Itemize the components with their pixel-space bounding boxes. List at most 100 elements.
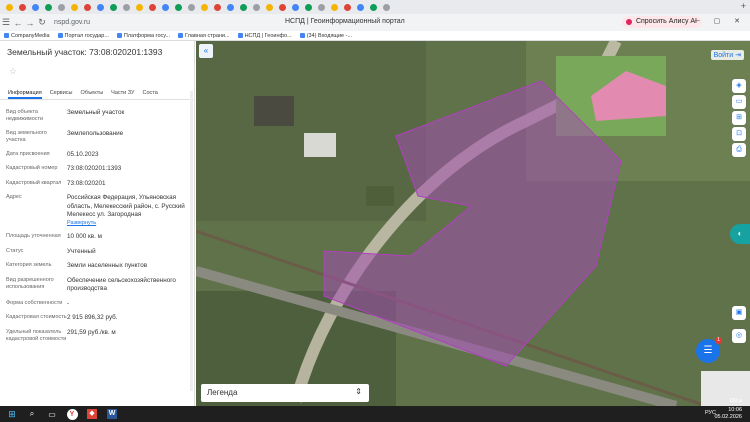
new-tab-icon[interactable]: + (741, 1, 746, 11)
attribute-row: Удельный показатель кадастровой стоимост… (6, 329, 192, 344)
bookmark-item[interactable]: Главная страни... (178, 33, 230, 39)
attribute-row: Кадастровая стоимость 2 915 896,32 руб. (6, 314, 192, 323)
attribute-value: 2 915 896,32 руб. (67, 314, 118, 322)
layers-icon[interactable]: ◈ (732, 79, 746, 93)
clock-time: 10:06 (728, 407, 742, 413)
legend-dropdown[interactable]: Легенда ⇕ (201, 384, 369, 402)
bookmark-item[interactable]: НСПД | Геоинфо... (237, 33, 292, 39)
login-button[interactable]: Войти ⇥ (710, 50, 744, 60)
attribute-row: Вид объекта недвижимости Земельный участо… (6, 109, 192, 124)
bookmark-item[interactable]: (34) Входящие -... (299, 33, 352, 39)
tab-favicon[interactable] (305, 3, 312, 11)
bookmarks-bar: CompanyMedia Портал государ... Платформа… (0, 31, 750, 41)
expand-link[interactable]: Развернуть (67, 220, 192, 227)
bookmark-item[interactable]: Платформа госу... (116, 33, 170, 39)
attribute-value: Российская Федерация, Ульяновская област… (67, 194, 192, 227)
tab-favicon[interactable] (318, 3, 325, 11)
app-icon[interactable]: ◆ (84, 408, 100, 420)
tab-favicon[interactable] (149, 3, 156, 11)
task-view-icon[interactable]: ▭ (44, 408, 60, 420)
yandex-browser-icon[interactable]: Y (64, 408, 80, 420)
tab-favicon[interactable] (227, 3, 234, 11)
back-icon[interactable]: ← (12, 18, 24, 28)
tab-favicon[interactable] (201, 3, 208, 11)
attribute-value: Учтенный (67, 247, 96, 255)
tab-favicon[interactable] (370, 3, 377, 11)
tab-services[interactable]: Сервисы (50, 87, 73, 99)
tab-favicon[interactable] (357, 3, 364, 11)
tab-objects[interactable]: Объекты (80, 87, 103, 99)
bookmark-item[interactable]: Портал государ... (57, 33, 109, 39)
attribute-row: Категория земель Земли населенных пунктов (6, 262, 192, 271)
tab-favicon[interactable] (19, 3, 26, 11)
window-controls[interactable]: ─ ▢ ✕ (695, 17, 746, 25)
location-icon[interactable]: ◎ (732, 329, 746, 343)
bookmark-icon (237, 33, 243, 38)
tab-favicon[interactable] (110, 3, 117, 11)
attribute-label: Вид земельного участка (6, 129, 47, 144)
attribute-row: Вид разрешенного использования Обеспечени… (6, 277, 192, 294)
accessibility-icon[interactable]: ◐ (730, 224, 750, 244)
tab-favicon[interactable] (253, 3, 260, 11)
tab-favicon[interactable] (58, 3, 65, 11)
print-icon[interactable]: ⎙ (732, 143, 746, 157)
yandex-logo-icon: Y (66, 408, 78, 420)
attribute-label: Вид разрешенного использования (6, 276, 54, 291)
bookmark-icon (116, 33, 122, 38)
tab-favicon[interactable] (84, 3, 91, 11)
panel-title: Земельный участок: 73:08:020201:1393 (7, 47, 163, 57)
attribute-label: Удельный показатель кадастровой стоимост… (6, 328, 67, 343)
address-text: Российская Федерация, Ульяновская област… (67, 194, 185, 219)
collapse-panel-button[interactable]: « (199, 44, 213, 58)
panel-scrollbar[interactable] (190, 91, 193, 391)
tab-info[interactable]: Информация (8, 87, 42, 99)
clock[interactable]: 10:06 05.02.2026 (714, 407, 742, 421)
basemap-icon[interactable]: ▭ (732, 95, 746, 109)
tab-favicon[interactable] (266, 3, 273, 11)
attribute-label: Кадастровый номер (6, 165, 58, 172)
tab-favicon[interactable] (71, 3, 78, 11)
attribute-value: 10 000 кв. м (67, 233, 102, 241)
window-title: НСПД | Геоинформационный портал (285, 18, 405, 25)
panel-tabs: Информация Сервисы Объекты Части ЗУ Сост… (0, 87, 195, 100)
star-icon[interactable]: ☆ (9, 66, 17, 77)
search-area-icon[interactable]: ⊡ (732, 127, 746, 141)
app-logo-icon: ◆ (87, 409, 97, 419)
forward-icon[interactable]: → (24, 18, 36, 28)
tab-composition[interactable]: Соста (143, 87, 158, 99)
satellite-map[interactable]: « Войти ⇥ ◈ ▭ ⊞ ⊡ ⎙ ◐ ▣ ◎ ☰ 1 Легенда ⇕ … (196, 41, 750, 406)
tab-favicon[interactable] (136, 3, 143, 11)
ask-alice-button[interactable]: Спросить Алису AI (621, 16, 702, 28)
legend-label: Легенда (207, 388, 238, 397)
parcel-info-panel: Земельный участок: 73:08:020201:1393 ☆ И… (0, 41, 195, 406)
attribute-label: Форма собственности (6, 299, 63, 306)
menu-icon[interactable]: ☰ (0, 17, 12, 28)
bookmark-item[interactable]: CompanyMedia (4, 33, 50, 39)
attribute-value: 05.10.2023 (67, 150, 99, 158)
tab-favicon[interactable] (32, 3, 39, 11)
attribute-value: Обеспечение сельскохозяйственного произв… (67, 276, 176, 293)
tab-favicon[interactable] (279, 3, 286, 11)
windows-start-icon[interactable]: ⊞ (4, 408, 20, 420)
reload-icon[interactable]: ↻ (36, 17, 48, 28)
tab-favicon[interactable] (162, 3, 169, 11)
tab-favicon[interactable] (6, 3, 13, 11)
tab-favicon[interactable] (188, 3, 195, 11)
search-icon[interactable]: ⌕ (24, 408, 40, 420)
tab-favicon[interactable] (214, 3, 221, 11)
tab-favicon[interactable] (175, 3, 182, 11)
tab-favicon[interactable] (292, 3, 299, 11)
map-tool-icon[interactable]: ▣ (732, 306, 746, 320)
tab-favicon[interactable] (344, 3, 351, 11)
word-icon[interactable]: W (104, 408, 120, 420)
tab-parts[interactable]: Части ЗУ (111, 87, 134, 99)
tab-favicon[interactable] (331, 3, 338, 11)
attribute-value: Земельный участок (67, 109, 125, 116)
measure-icon[interactable]: ⊞ (732, 111, 746, 125)
tab-favicon[interactable] (123, 3, 130, 11)
tab-favicon[interactable] (45, 3, 52, 11)
tab-favicon[interactable] (97, 3, 104, 11)
url-field[interactable]: nspd.gov.ru (54, 19, 90, 26)
tab-favicon[interactable] (240, 3, 247, 11)
tab-favicon[interactable] (383, 3, 390, 11)
